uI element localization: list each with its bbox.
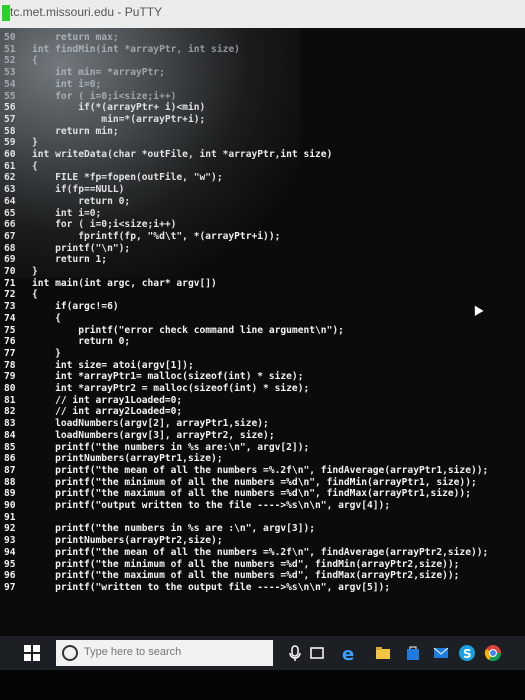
window-titlebar[interactable]: tc.met.missouri.edu - PuTTY [0,0,525,28]
code-text: int main(int argc, char* argv[]) [32,277,217,289]
code-text: int findMin(int *arrayPtr, int size) [32,43,240,55]
code-text: int writeData(char *outFile, int *arrayP… [32,149,333,160]
svg-text:S: S [463,647,472,661]
mail-icon[interactable] [432,644,450,662]
terminal-area[interactable]: 50 return max; 51 int findMin(int *arrayPt… [0,28,525,636]
monitor-bezel [0,670,525,700]
code-text: return 1; [32,254,108,266]
code-line: 60 int writeData(char *outFile, int *arra… [0,147,332,163]
windows-start-icon[interactable] [24,645,40,661]
skype-icon[interactable]: S [458,644,476,662]
cortana-icon [62,645,78,661]
window-title: tc.met.missouri.edu - PuTTY [10,5,163,19]
taskbar-search-box[interactable]: Type here to search [56,640,273,666]
search-placeholder: Type here to search [84,646,182,658]
windows-taskbar: Type here to search e S [0,636,525,670]
store-icon[interactable] [404,644,422,662]
task-view-icon[interactable] [308,644,326,662]
chrome-icon[interactable] [484,644,502,662]
code-text: printf("output written to the file ---->… [32,500,391,511]
code-text: return min; [32,125,119,137]
photo-of-monitor: tc.met.missouri.edu - PuTTY 50 return ma… [0,0,525,700]
putty-icon [2,5,10,21]
svg-text:e: e [342,644,354,662]
code-text: printf("written to the output file ---->… [32,581,391,593]
line-number: 97 [4,581,16,593]
microphone-icon[interactable] [286,644,304,662]
edge-icon[interactable]: e [340,644,358,662]
code-line: 90 printf("output written to the file --… [0,498,390,514]
code-line: 97 printf("written to the output file --… [0,580,390,596]
file-explorer-icon[interactable] [374,644,392,662]
